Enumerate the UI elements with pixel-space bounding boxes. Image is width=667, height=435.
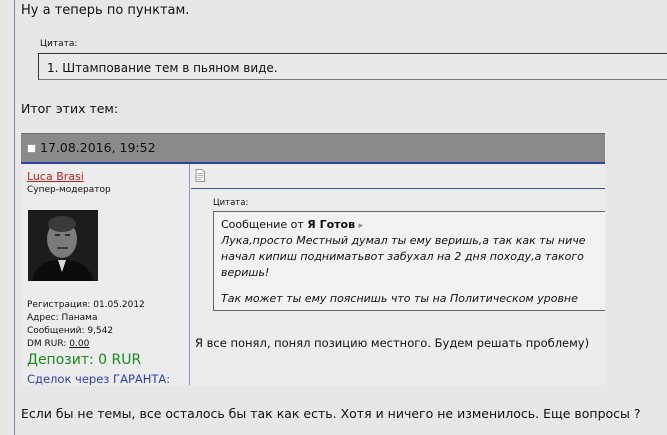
embedded-screenshot: 17.08.2016, 19:52 Luca Brasi Супер-модер… — [21, 133, 605, 385]
user-title: Супер-модератор — [27, 185, 111, 195]
post-conclusion-text: Если бы не темы, все осталось бы так как… — [21, 406, 641, 421]
user-dm-rur: DM RUR: 0.00 — [27, 339, 89, 349]
user-registration: Регистрация: 01.05.2012 — [27, 300, 145, 310]
reply-text: Я все понял, понял позицию местного. Буд… — [195, 336, 590, 350]
quote-author[interactable]: Я Готов — [307, 218, 355, 231]
quote-prefix: Сообщение от — [221, 218, 304, 231]
username-link[interactable]: Luca Brasi — [27, 170, 84, 183]
quote-line: Лука,просто Местный думал ты ему веришь,… — [221, 234, 586, 247]
user-info-column: Luca Brasi Супер-модератор Регистрация: … — [21, 164, 190, 385]
post-checkbox[interactable] — [27, 144, 36, 153]
post-intro-text: Ну а теперь по пунктам. — [21, 3, 190, 18]
quote-label: Цитата: — [213, 198, 249, 208]
dm-value: 0.00 — [69, 339, 90, 349]
quote-source: Сообщение от Я Готов ▸ — [221, 218, 363, 231]
quote-line: Так может ты ему пояснишь что ты на Поли… — [221, 292, 578, 305]
user-deposit: Депозит: 0 RUR — [27, 352, 142, 368]
quote-box: Сообщение от Я Готов ▸ Лука,просто Местн… — [213, 211, 605, 311]
dm-label: DM RUR: — [27, 339, 67, 349]
view-post-icon[interactable]: ▸ — [359, 221, 364, 231]
quote-line: начал кипиш подниматьвот забухал на 2 дн… — [221, 250, 584, 263]
quote-text: 1. Штампование тем в пьяном виде. — [47, 61, 278, 75]
user-address: Адрес: Панама — [27, 313, 98, 323]
quote-line: веришь! — [221, 266, 270, 279]
left-border — [14, 0, 15, 435]
user-guarantee-deals: Сделок через ГАРАНТА: — [27, 372, 171, 385]
user-posts-count: Сообщений: 9,542 — [27, 326, 114, 336]
document-icon — [195, 169, 205, 182]
post-date: 17.08.2016, 19:52 — [40, 140, 156, 155]
quote-label: Цитата: — [40, 39, 78, 49]
message-column: Цитата: Сообщение от Я Готов ▸ Лука,прос… — [191, 164, 605, 385]
avatar — [28, 210, 98, 281]
itog-text: Итог этих тем: — [21, 101, 119, 116]
message-divider — [191, 188, 605, 189]
